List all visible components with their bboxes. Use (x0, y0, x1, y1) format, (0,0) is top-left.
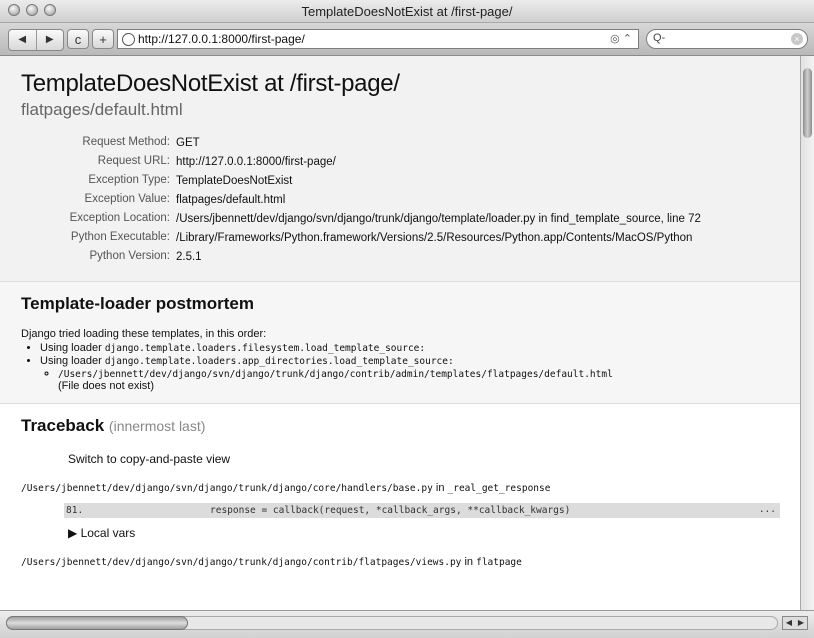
vertical-scroll-thumb[interactable] (803, 68, 812, 138)
toolbar: ◀ ▶ c + http://127.0.0.1:8000/first-page… (0, 23, 814, 56)
address-bar-controls[interactable]: ◎ ⌃ (610, 32, 632, 45)
meta-key: Exception Value: (84, 193, 170, 205)
scroll-left-arrow-icon[interactable]: ◀ (783, 617, 795, 629)
request-meta-table: Request Method: GET Request URL: http://12… (0, 136, 800, 265)
traceback-frame: /Users/jbennett/dev/django/svn/django/tr… (21, 556, 800, 568)
reload-button[interactable]: c (67, 29, 89, 49)
meta-key: Exception Type: (88, 174, 170, 186)
traceback-frame: /Users/jbennett/dev/django/svn/django/tr… (21, 482, 800, 494)
page-content: TemplateDoesNotExist at /first-page/ fla… (0, 56, 800, 610)
back-forward-control: ◀ ▶ (8, 29, 64, 51)
expand-context-button[interactable]: ... (759, 504, 776, 515)
template-loader-postmortem: Template-loader postmortem Django tried … (0, 282, 800, 404)
meta-value: flatpages/default.html (176, 194, 286, 206)
address-text[interactable]: http://127.0.0.1:8000/first-page/ (138, 32, 305, 46)
page-title: TemplateDoesNotExist at /first-page/ (21, 70, 400, 97)
tried-template-status: (File does not exist) (58, 380, 154, 392)
meta-key: Exception Location: (69, 212, 170, 224)
address-bar[interactable]: http://127.0.0.1:8000/first-page/ ◎ ⌃ (117, 29, 639, 49)
local-vars-toggle[interactable]: ▶ Local vars (68, 526, 800, 540)
frame-in-label: in (461, 556, 477, 568)
loader-list: Using loader django.template.loaders.fil… (0, 342, 800, 392)
title-bar: TemplateDoesNotExist at /first-page/ (0, 0, 814, 23)
frame-function: flatpage (476, 557, 522, 568)
frame-file-path: /Users/jbennett/dev/django/svn/django/tr… (21, 557, 462, 568)
code-context-line[interactable]: 81. response = callback(request, *callba… (64, 503, 780, 518)
search-field[interactable]: Q- × (646, 29, 808, 49)
scroll-right-arrow-icon[interactable]: ▶ (795, 617, 807, 629)
meta-row: Exception Type: TemplateDoesNotExist (0, 174, 800, 189)
meta-key: Request Method: (82, 136, 170, 148)
meta-value: GET (176, 137, 200, 149)
frame-file-path: /Users/jbennett/dev/django/svn/django/tr… (21, 483, 433, 494)
tried-templates-list: /Users/jbennett/dev/django/svn/django/tr… (40, 368, 800, 392)
horizontal-scroll-thumb[interactable] (6, 616, 188, 630)
search-icon: Q- (653, 32, 666, 44)
horizontal-scrollbar[interactable]: ◀ ▶ (0, 610, 814, 638)
meta-key: Python Version: (89, 250, 170, 262)
traceback-heading: Traceback (innermost last) (21, 416, 800, 436)
loader-prefix: Using loader (40, 342, 105, 354)
frame-in-label: in (432, 482, 448, 494)
traceback-note: (innermost last) (108, 418, 206, 434)
meta-value: /Library/Frameworks/Python.framework/Ver… (176, 232, 693, 244)
list-item: /Users/jbennett/dev/django/svn/django/tr… (58, 368, 800, 392)
list-item: Using loader django.template.loaders.app… (40, 355, 800, 392)
traceback-section: Traceback (innermost last) Switch to cop… (0, 404, 800, 568)
list-item: Using loader django.template.loaders.fil… (40, 342, 800, 354)
globe-icon (122, 33, 135, 46)
error-summary: TemplateDoesNotExist at /first-page/ fla… (0, 56, 800, 282)
meta-row: Request Method: GET (0, 136, 800, 151)
meta-row: Python Version: 2.5.1 (0, 250, 800, 265)
back-arrow-icon[interactable]: ◀ (9, 30, 37, 50)
meta-value: http://127.0.0.1:8000/first-page/ (176, 156, 336, 168)
meta-row: Request URL: http://127.0.0.1:8000/first-… (0, 155, 800, 170)
postmortem-heading: Template-loader postmortem (21, 294, 255, 313)
traceback-title: Traceback (21, 416, 105, 435)
copy-paste-view-link[interactable]: Switch to copy-and-paste view (68, 452, 800, 466)
tried-template-path: /Users/jbennett/dev/django/svn/django/tr… (58, 369, 613, 380)
meta-value: 2.5.1 (176, 251, 202, 263)
meta-value: TemplateDoesNotExist (176, 175, 293, 187)
window-title: TemplateDoesNotExist at /first-page/ (301, 4, 513, 19)
meta-value: /Users/jbennett/dev/django/svn/django/tr… (176, 213, 701, 225)
line-number: 81. (66, 505, 84, 516)
browser-window: TemplateDoesNotExist at /first-page/ ◀ ▶… (0, 0, 814, 638)
vertical-scrollbar[interactable] (800, 56, 814, 610)
line-code: response = callback(request, *callback_a… (210, 505, 571, 516)
loader-name: django.template.loaders.app_directories.… (104, 356, 454, 367)
frame-function: _real_get_response (447, 483, 551, 494)
forward-arrow-icon[interactable]: ▶ (37, 30, 64, 50)
meta-row: Exception Value: flatpages/default.html (0, 193, 800, 208)
page-subtitle: flatpages/default.html (21, 100, 183, 119)
meta-key: Request URL: (97, 155, 170, 167)
meta-key: Python Executable: (70, 231, 170, 243)
loader-prefix: Using loader (40, 355, 105, 367)
clear-search-icon[interactable]: × (791, 33, 803, 45)
loader-name: django.template.loaders.filesystem.load_… (104, 343, 426, 354)
postmortem-intro: Django tried loading these templates, in… (21, 328, 267, 340)
meta-row: Python Executable: /Library/Frameworks/Py… (0, 231, 800, 246)
meta-row: Exception Location: /Users/jbennett/dev/d… (0, 212, 800, 227)
scroll-arrows: ◀ ▶ (782, 616, 808, 630)
add-bookmark-button[interactable]: + (92, 29, 114, 49)
